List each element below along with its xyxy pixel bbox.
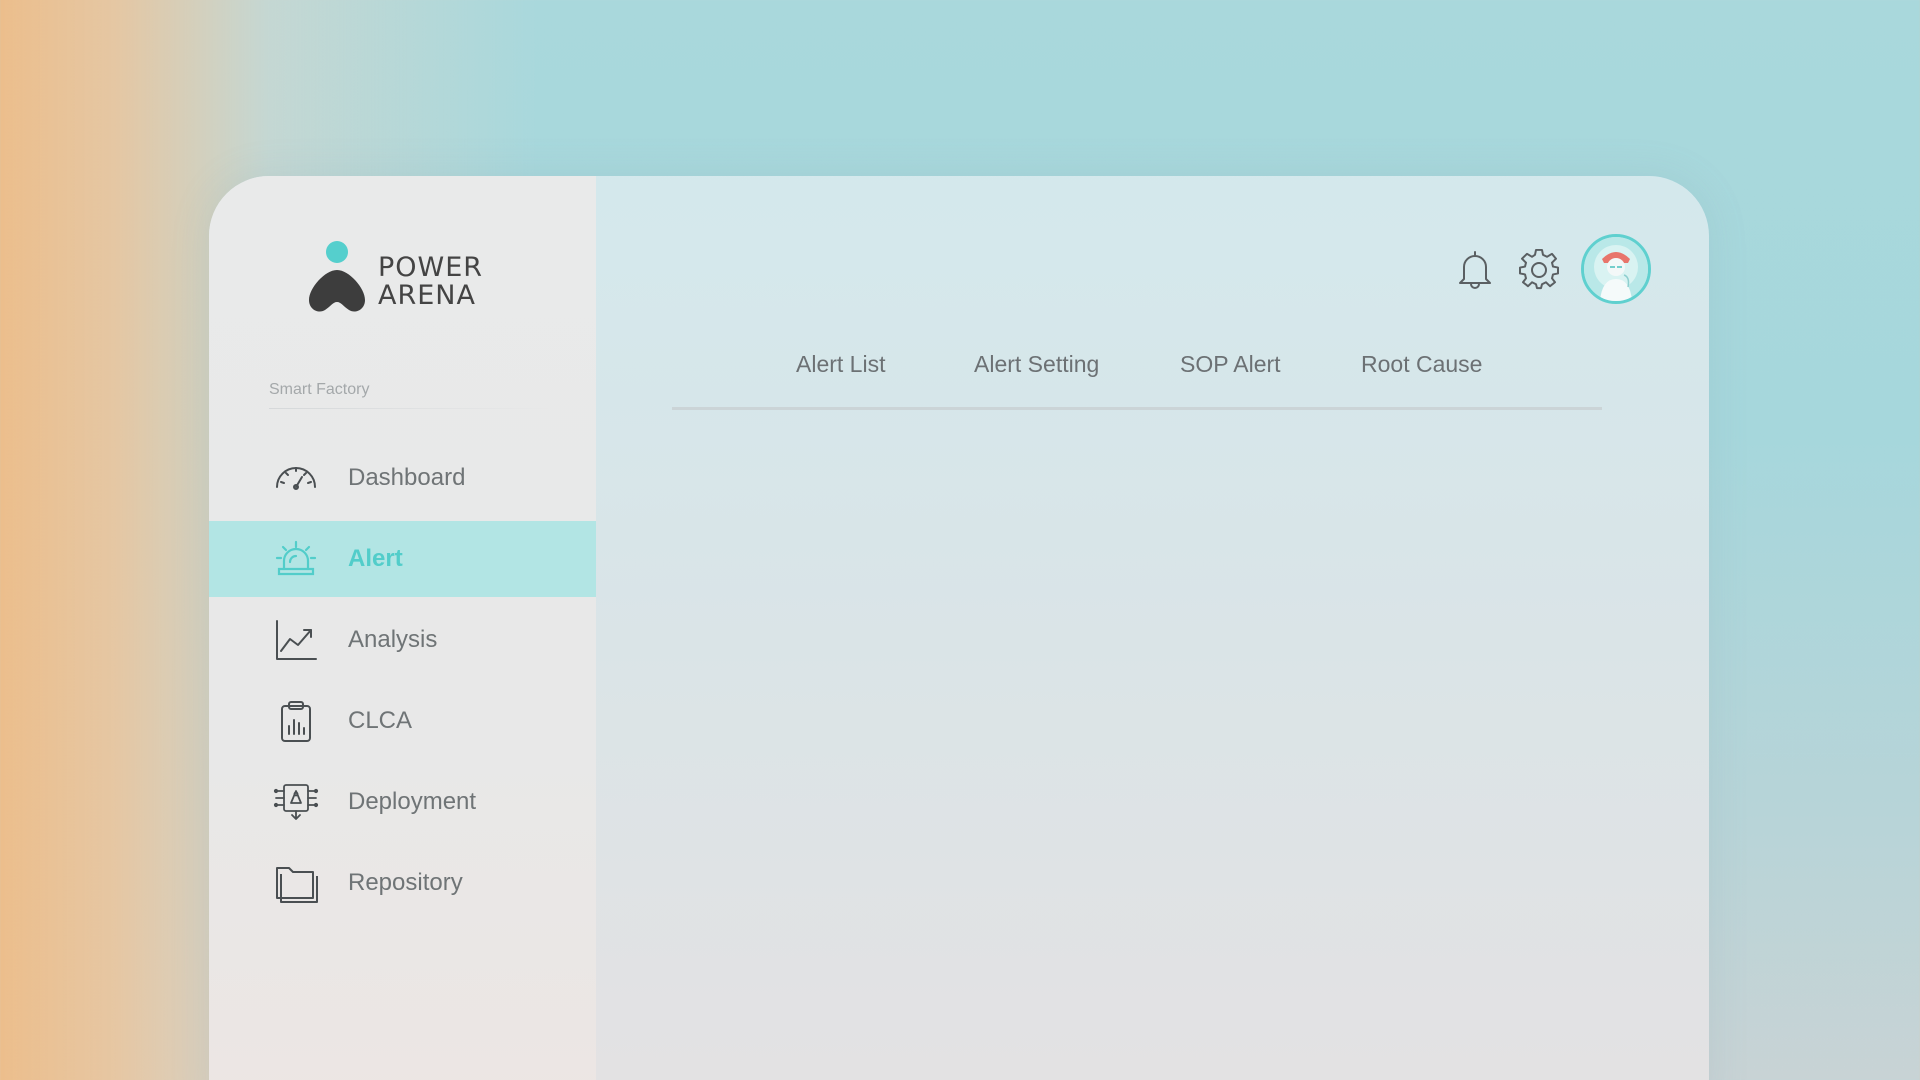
deployment-icon [273,779,319,825]
avatar-image [1584,237,1648,301]
sidebar-item-analysis[interactable]: Analysis [209,602,596,678]
sidebar-item-label: Dashboard [348,464,466,491]
siren-icon [273,536,319,582]
tab-bar: Alert List Alert Setting SOP Alert Root … [672,351,1602,411]
sidebar-item-label: Deployment [348,788,477,815]
user-avatar[interactable] [1581,234,1651,304]
tab-alert-setting[interactable]: Alert Setting [974,351,1099,378]
sidebar-item-clca[interactable]: CLCA [209,683,596,759]
tab-sop-alert[interactable]: SOP Alert [1180,351,1281,378]
sidebar-item-label: Analysis [348,626,438,653]
gear-icon[interactable] [1517,247,1561,291]
sidebar-item-dashboard[interactable]: Dashboard [209,440,596,516]
sidebar-item-label: Alert [348,545,403,572]
sidebar: POWER ARENA Smart Factory Dashboard Aler… [209,176,596,1080]
sidebar-item-deployment[interactable]: Deployment [209,764,596,840]
sidebar-item-label: Repository [348,869,463,896]
speedometer-icon [273,455,319,501]
sidebar-nav: Dashboard Alert Analysis CLCA Deployment… [209,440,596,926]
power-arena-logo-icon [309,241,365,312]
brand-name-line2: ARENA [378,280,476,311]
main-content [672,436,1602,1076]
tab-alert-list[interactable]: Alert List [796,351,885,378]
bell-icon[interactable] [1453,247,1497,291]
brand-logo[interactable]: POWER ARENA [305,240,525,320]
sidebar-item-repository[interactable]: Repository [209,845,596,921]
tab-root-cause[interactable]: Root Cause [1361,351,1482,378]
tab-bar-divider [672,407,1602,410]
app-window: POWER ARENA Smart Factory Dashboard Aler… [209,176,1709,1080]
clipboard-chart-icon [273,698,319,744]
line-chart-icon [273,617,319,663]
header-actions [1453,234,1651,304]
section-divider [269,408,559,409]
folder-icon [273,860,319,906]
brand-name-line1: POWER [378,252,484,283]
sidebar-item-label: CLCA [348,707,413,734]
section-label: Smart Factory [269,381,370,398]
brand-name: POWER ARENA [378,254,483,310]
sidebar-item-alert[interactable]: Alert [209,521,596,597]
